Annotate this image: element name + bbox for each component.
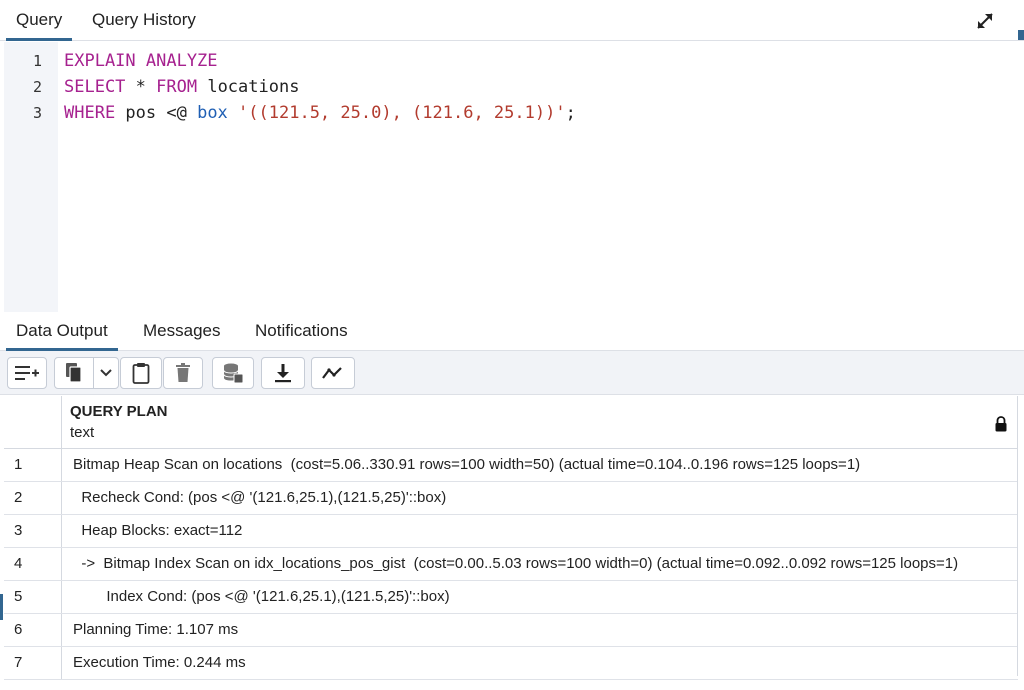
data-output-toolbar (0, 351, 1024, 395)
sql-keyword: EXPLAIN ANALYZE (64, 51, 218, 71)
line-number: 3 (32, 104, 42, 122)
query-plan-cell[interactable]: Planning Time: 1.107 ms (62, 614, 1018, 646)
output-tab-bar: Data Output Messages Notifications (0, 313, 1024, 351)
grid-body: 1 Bitmap Heap Scan on locations (cost=5.0… (4, 449, 1018, 680)
line-number: 1 (32, 52, 42, 70)
table-row[interactable]: 5 Index Cond: (pos <@ '(121.6,25.1),(121… (4, 581, 1018, 614)
table-row[interactable]: 2 Recheck Cond: (pos <@ '(121.6,25.1),(1… (4, 482, 1018, 515)
code-line[interactable]: WHERE pos <@ box '((121.5, 25.0), (121.6… (64, 100, 576, 126)
column-title[interactable]: QUERY PLAN (70, 403, 168, 420)
copy-button[interactable] (54, 357, 94, 389)
line-number-gutter: 1 2 3 (4, 42, 58, 312)
grid-header: QUERY PLAN text (4, 396, 1018, 449)
row-number-header[interactable] (4, 396, 62, 449)
copy-options-dropdown[interactable] (93, 357, 119, 389)
row-number[interactable]: 5 (4, 581, 62, 613)
row-number[interactable]: 1 (4, 449, 62, 481)
table-row[interactable]: 4 -> Bitmap Index Scan on idx_locations_… (4, 548, 1018, 581)
copy-icon (64, 362, 84, 384)
sql-keyword: SELECT (64, 77, 126, 97)
query-plan-cell[interactable]: Execution Time: 0.244 ms (62, 647, 1018, 679)
sql-text: ; (565, 103, 576, 123)
table-row[interactable]: 6 Planning Time: 1.107 ms (4, 614, 1018, 647)
tab-notifications[interactable]: Notifications (245, 313, 358, 351)
sql-text: pos <@ (115, 103, 198, 123)
add-row-icon (14, 364, 40, 382)
delete-icon (175, 363, 191, 383)
query-plan-cell[interactable]: Index Cond: (pos <@ '(121.6,25.1),(121.5… (62, 581, 1018, 613)
query-tab-bar: Query Query History (0, 0, 1024, 41)
line-number: 2 (32, 78, 42, 96)
add-row-button[interactable] (7, 357, 47, 389)
save-data-button[interactable] (212, 357, 254, 389)
sql-function: box (197, 103, 228, 123)
sql-editor[interactable]: 1 2 3 EXPLAIN ANALYZE SELECT * FROM locat… (4, 42, 1010, 312)
sql-code[interactable]: EXPLAIN ANALYZE SELECT * FROM locations WH… (64, 48, 576, 126)
sql-text: * (125, 77, 157, 97)
sql-keyword: WHERE (64, 103, 116, 123)
query-plan-cell[interactable]: -> Bitmap Index Scan on idx_locations_po… (62, 548, 1018, 580)
row-number[interactable]: 2 (4, 482, 62, 514)
paste-icon (132, 362, 150, 384)
row-number[interactable]: 6 (4, 614, 62, 646)
sql-string: '((121.5, 25.0), (121.6, 25.1))' (238, 103, 566, 123)
sql-keyword: FROM (156, 77, 198, 97)
column-type: text (70, 424, 95, 441)
table-row[interactable]: 3 Heap Blocks: exact=112 (4, 515, 1018, 548)
expand-arrows-icon[interactable] (974, 10, 996, 32)
result-grid: QUERY PLAN text 1 Bitmap Heap Scan on loc… (4, 396, 1018, 680)
download-button[interactable] (261, 357, 305, 389)
delete-button[interactable] (163, 357, 203, 389)
code-line[interactable]: EXPLAIN ANALYZE (64, 48, 576, 74)
panel-edge-indicator (1018, 30, 1024, 40)
graph-visualiser-icon (321, 365, 345, 381)
tab-query[interactable]: Query (6, 0, 73, 41)
sql-text: locations (197, 77, 300, 97)
paste-button[interactable] (120, 357, 162, 389)
tab-query-history[interactable]: Query History (82, 0, 206, 41)
grid-right-border (1017, 396, 1018, 676)
row-number[interactable]: 4 (4, 548, 62, 580)
code-line[interactable]: SELECT * FROM locations (64, 74, 576, 100)
tab-data-output[interactable]: Data Output (6, 313, 118, 351)
table-row[interactable]: 7 Execution Time: 0.244 ms (4, 647, 1018, 680)
lock-icon (994, 416, 1008, 432)
save-data-icon (222, 362, 244, 384)
graph-visualiser-button[interactable] (311, 357, 355, 389)
row-number[interactable]: 7 (4, 647, 62, 679)
query-plan-cell[interactable]: Bitmap Heap Scan on locations (cost=5.06… (62, 449, 1018, 481)
table-row[interactable]: 1 Bitmap Heap Scan on locations (cost=5.0… (4, 449, 1018, 482)
download-icon (274, 363, 292, 383)
chevron-down-icon (100, 369, 112, 377)
query-plan-cell[interactable]: Recheck Cond: (pos <@ '(121.6,25.1),(121… (62, 482, 1018, 514)
row-selection-marker (0, 594, 3, 620)
tab-messages[interactable]: Messages (133, 313, 230, 351)
query-plan-cell[interactable]: Heap Blocks: exact=112 (62, 515, 1018, 547)
row-number[interactable]: 3 (4, 515, 62, 547)
